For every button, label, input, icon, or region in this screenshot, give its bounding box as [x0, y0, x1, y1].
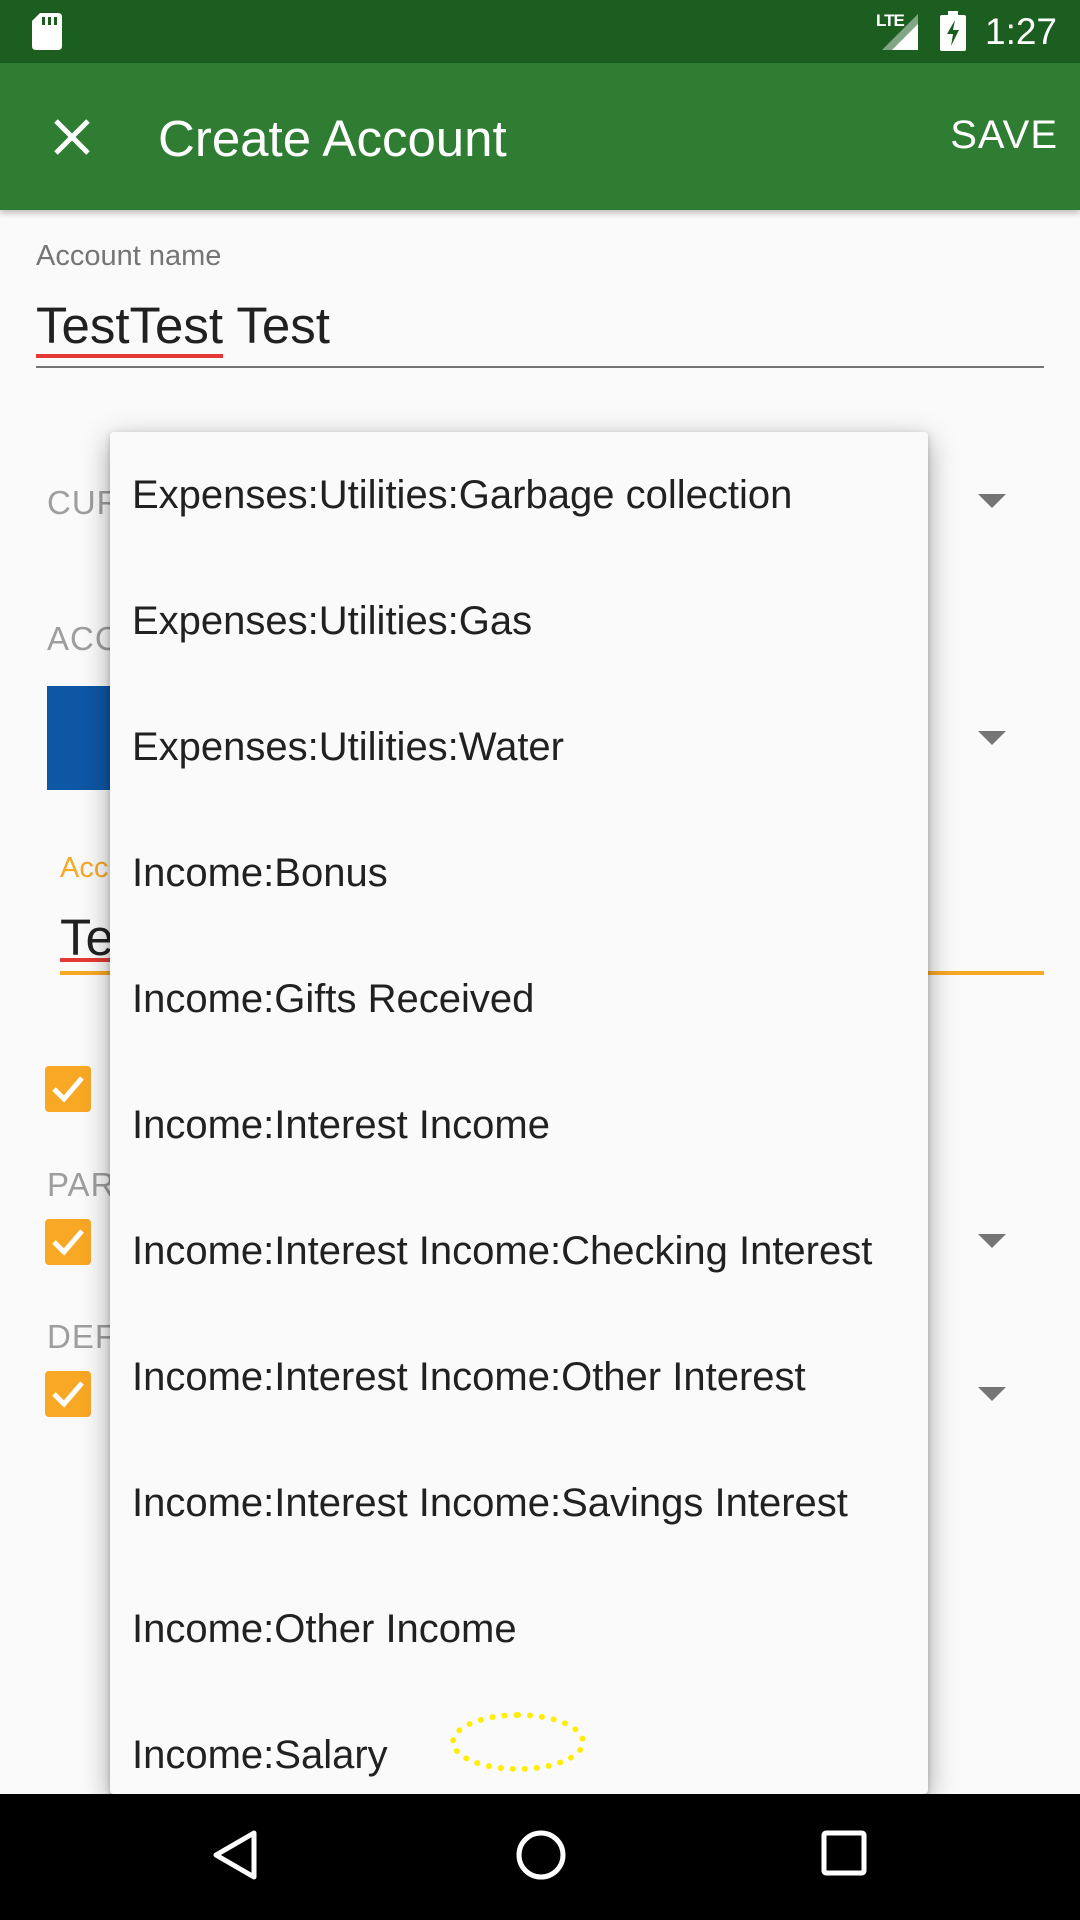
- account-name-field[interactable]: TestTest Test: [36, 296, 330, 358]
- account-color-label: ACC: [47, 620, 120, 657]
- navigation-bar: [0, 1794, 1080, 1920]
- parent-account-checkbox[interactable]: [45, 1219, 91, 1265]
- account-name-underline: [36, 366, 1044, 368]
- page-title: Create Account: [158, 110, 507, 167]
- currency-dropdown-icon[interactable]: [978, 494, 1006, 508]
- description-label: Acc: [60, 852, 109, 884]
- back-icon[interactable]: [208, 1827, 264, 1883]
- account-type-dropdown-icon[interactable]: [978, 731, 1006, 745]
- check-icon: [52, 1076, 84, 1103]
- default-transfer-checkbox[interactable]: [45, 1371, 91, 1417]
- list-item[interactable]: Income:Interest Income:Savings Interest: [110, 1440, 928, 1566]
- default-transfer-dropdown-icon[interactable]: [978, 1387, 1006, 1401]
- save-button[interactable]: SAVE: [950, 113, 1058, 158]
- list-item[interactable]: Income:Interest Income:Checking Interest: [110, 1188, 928, 1314]
- account-dropdown-popup: Expenses:Utilities:Garbage collection Ex…: [110, 432, 928, 1794]
- account-name-misspelled: TestTest: [36, 297, 224, 358]
- list-item[interactable]: Income:Interest Income: [110, 1062, 928, 1188]
- toolbar: Create Account SAVE: [0, 63, 1080, 210]
- parent-account-dropdown-icon[interactable]: [978, 1234, 1006, 1248]
- sd-card-icon: [32, 13, 62, 50]
- parent-account-label: PAR: [47, 1166, 116, 1203]
- list-item[interactable]: Expenses:Utilities:Gas: [110, 558, 928, 684]
- signal-icon: [882, 14, 918, 50]
- account-name-rest: Test: [223, 297, 330, 354]
- tap-indicator: [450, 1712, 586, 1772]
- battery-charging-icon: [940, 11, 966, 51]
- clock: 1:27: [985, 11, 1058, 52]
- close-icon[interactable]: [40, 105, 104, 169]
- default-transfer-label: DEF: [47, 1318, 116, 1355]
- check-icon: [52, 1229, 84, 1256]
- status-bar: LTE 1:27: [0, 0, 1080, 63]
- placeholder-checkbox[interactable]: [45, 1066, 91, 1112]
- list-item[interactable]: Income:Interest Income:Other Interest: [110, 1314, 928, 1440]
- check-icon: [52, 1381, 84, 1408]
- home-icon[interactable]: [513, 1827, 569, 1883]
- list-item[interactable]: Income:Bonus: [110, 810, 928, 936]
- list-item[interactable]: Expenses:Utilities:Garbage collection: [110, 432, 928, 558]
- list-item[interactable]: Expenses:Utilities:Water: [110, 684, 928, 810]
- recent-apps-icon[interactable]: [820, 1829, 868, 1877]
- list-item[interactable]: Income:Other Income: [110, 1566, 928, 1692]
- account-name-label: Account name: [36, 240, 222, 272]
- list-item[interactable]: Income:Gifts Received: [110, 936, 928, 1062]
